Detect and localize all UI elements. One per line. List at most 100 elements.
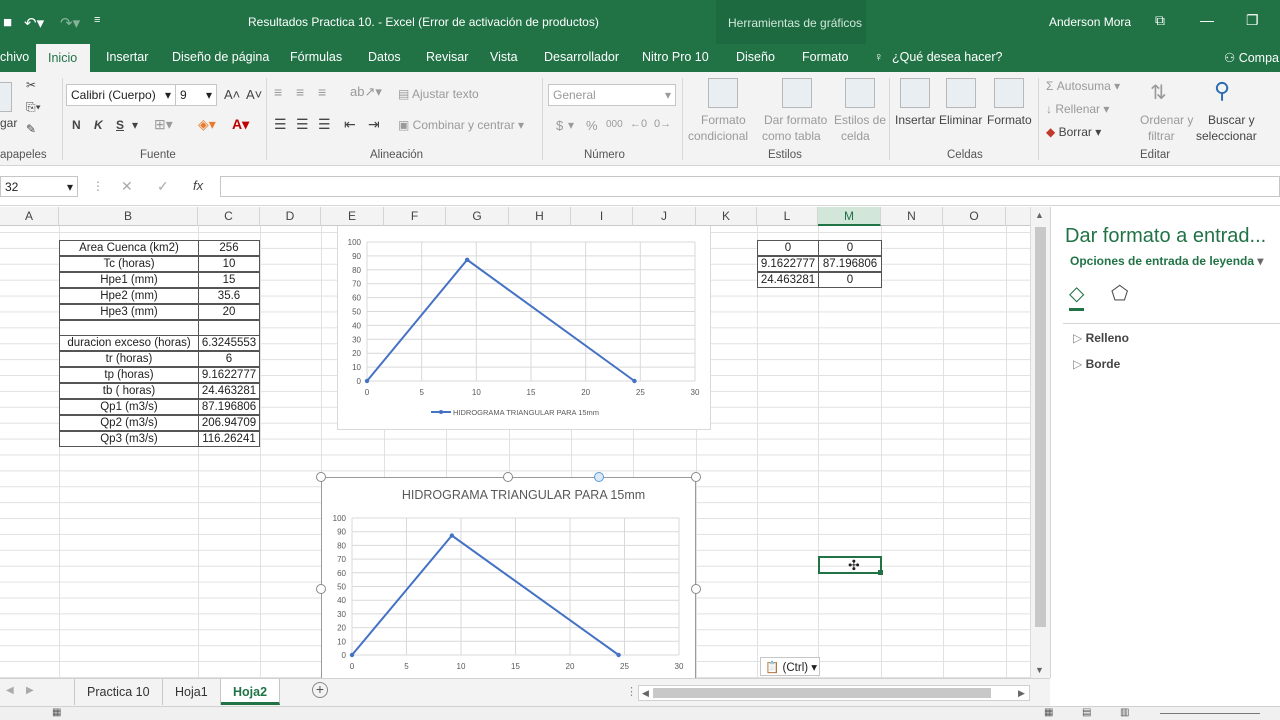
align-right-icon[interactable]: ☰ bbox=[318, 116, 331, 133]
fill-line-icon[interactable]: ◇ bbox=[1069, 281, 1085, 311]
table-label-cell[interactable]: Hpe2 (mm) bbox=[59, 287, 199, 304]
fill-button[interactable]: ↓ Rellenar ▾ bbox=[1046, 102, 1109, 116]
fill-section[interactable]: ▷ Relleno bbox=[1073, 331, 1129, 345]
ribbon-display-icon[interactable]: ⧉ bbox=[1155, 12, 1165, 29]
table-label-cell[interactable]: duracion exceso (horas) bbox=[59, 335, 199, 352]
align-center-icon[interactable]: ☰ bbox=[296, 116, 309, 133]
paste-options-button[interactable]: 📋 (Ctrl) ▾ bbox=[760, 657, 820, 676]
conditional-format-icon[interactable] bbox=[708, 78, 738, 108]
clear-button[interactable]: ◆ Borrar ▾ bbox=[1046, 125, 1101, 139]
resize-handle-tr[interactable] bbox=[691, 472, 701, 482]
l-column-cell[interactable]: 0 bbox=[757, 240, 819, 256]
find-select-label[interactable]: Buscar y bbox=[1208, 113, 1255, 127]
tab-insertar[interactable]: Insertar bbox=[106, 50, 148, 64]
column-header-k[interactable]: K bbox=[696, 207, 757, 226]
sort-filter-label[interactable]: Ordenar y bbox=[1140, 113, 1193, 127]
chart-2[interactable]: HIDROGRAMA TRIANGULAR PARA 15mm 0 10 20 30 40… bbox=[321, 477, 696, 678]
table-value-cell[interactable]: 256 bbox=[198, 240, 260, 256]
decrease-decimal-icon[interactable]: 0→ bbox=[654, 118, 671, 130]
table-label-cell[interactable]: Hpe1 (mm) bbox=[59, 271, 199, 288]
column-header-b[interactable]: B bbox=[59, 207, 198, 226]
tab-diseno-pagina[interactable]: Diseño de página bbox=[172, 50, 269, 64]
column-header-i[interactable]: I bbox=[571, 207, 633, 226]
tab-revisar[interactable]: Revisar bbox=[426, 50, 468, 64]
table-value-cell[interactable]: 35.6 bbox=[198, 287, 260, 304]
sheet-tab-hoja2[interactable]: Hoja2 bbox=[221, 679, 281, 705]
formula-input[interactable] bbox=[220, 176, 1280, 197]
horizontal-scrollbar[interactable]: ◀ ▶ bbox=[638, 685, 1030, 701]
table-label-cell[interactable]: Qp3 (m3/s) bbox=[59, 430, 199, 447]
resize-handle-right[interactable] bbox=[691, 584, 701, 594]
l-column-cell[interactable]: 9.1622777 bbox=[757, 255, 819, 272]
align-middle-icon[interactable]: ≡ bbox=[296, 84, 304, 100]
increase-decimal-icon[interactable]: ←0 bbox=[630, 118, 647, 130]
restore-icon[interactable]: ❐ bbox=[1246, 12, 1259, 29]
paste-label[interactable]: gar bbox=[0, 116, 17, 130]
scroll-left-icon[interactable]: ◀ bbox=[642, 688, 649, 699]
shrink-font-icon[interactable]: A˅ bbox=[246, 87, 262, 102]
table-label-cell[interactable] bbox=[59, 319, 199, 336]
sheet-tab-practica10[interactable]: Practica 10 bbox=[74, 679, 163, 705]
resize-handle-tl[interactable] bbox=[316, 472, 326, 482]
table-value-cell[interactable] bbox=[198, 319, 260, 336]
zoom-slider[interactable] bbox=[1160, 713, 1260, 714]
table-value-cell[interactable]: 10 bbox=[198, 255, 260, 272]
insert-cells-icon[interactable] bbox=[900, 78, 930, 108]
column-header-l[interactable]: L bbox=[757, 207, 818, 226]
table-label-cell[interactable]: Tc (horas) bbox=[59, 255, 199, 272]
conditional-format-label-2[interactable]: condicional bbox=[688, 129, 748, 143]
resize-handle-top[interactable] bbox=[503, 472, 513, 482]
tell-me-box[interactable]: ¿Qué desea hacer? bbox=[892, 50, 1003, 64]
column-header-a[interactable]: A bbox=[0, 207, 59, 226]
underline-button[interactable]: S bbox=[116, 118, 124, 132]
find-select-icon[interactable]: ⚲ bbox=[1214, 78, 1230, 104]
table-value-cell[interactable]: 87.196806 bbox=[198, 399, 260, 415]
table-label-cell[interactable]: Qp2 (m3/s) bbox=[59, 414, 199, 431]
undo-icon[interactable]: ↶▾ bbox=[24, 14, 44, 32]
grow-font-icon[interactable]: A˄ bbox=[224, 87, 240, 102]
cell-styles-label[interactable]: Estilos de bbox=[834, 113, 886, 127]
decrease-indent-icon[interactable]: ⇤ bbox=[344, 116, 356, 133]
sort-filter-icon[interactable]: ⇅ bbox=[1150, 80, 1167, 105]
cell-styles-label-2[interactable]: celda bbox=[841, 129, 870, 143]
worksheet-grid[interactable]: Area Cuenca (km2) 256 Tc (horas) 10 Hpe1 (mm… bbox=[0, 226, 1030, 678]
table-label-cell[interactable]: tr (horas) bbox=[59, 351, 199, 368]
vertical-scrollbar[interactable]: ▲ ▼ bbox=[1030, 207, 1050, 678]
legend-options-dropdown[interactable]: Opciones de entrada de leyenda ▾ bbox=[1070, 254, 1263, 268]
table-value-cell[interactable]: 206.94709 bbox=[198, 414, 260, 431]
table-label-cell[interactable]: Qp1 (m3/s) bbox=[59, 399, 199, 415]
customize-toolbar-icon[interactable]: ≡ bbox=[94, 14, 100, 26]
scroll-right-icon[interactable]: ▶ bbox=[1018, 688, 1025, 699]
increase-indent-icon[interactable]: ⇥ bbox=[368, 116, 380, 133]
table-label-cell[interactable]: tb ( horas) bbox=[59, 383, 199, 400]
share-button[interactable]: ⚇ Compa bbox=[1224, 50, 1279, 65]
paste-icon[interactable] bbox=[0, 82, 12, 112]
cut-icon[interactable]: ✂ bbox=[26, 78, 36, 92]
merge-center-button[interactable]: ▣ Combinar y centrar ▾ bbox=[398, 118, 524, 132]
autosum-button[interactable]: Σ Autosuma ▾ bbox=[1046, 79, 1120, 93]
column-header-h[interactable]: H bbox=[509, 207, 571, 226]
delete-cells-button[interactable]: Eliminar bbox=[939, 113, 982, 127]
cancel-icon[interactable]: ✕ bbox=[121, 178, 133, 195]
fill-color-icon[interactable]: ◈▾ bbox=[198, 116, 216, 133]
m-column-cell[interactable]: 0 bbox=[818, 240, 882, 256]
font-name-select[interactable]: Calibri (Cuerpo) ▾ bbox=[66, 84, 176, 106]
table-value-cell[interactable]: 15 bbox=[198, 271, 260, 288]
tab-datos[interactable]: Datos bbox=[368, 50, 401, 64]
user-name[interactable]: Anderson Mora bbox=[1049, 15, 1131, 29]
italic-button[interactable]: K bbox=[94, 118, 103, 132]
column-header-e[interactable]: E bbox=[321, 207, 384, 226]
column-header-n[interactable]: N bbox=[881, 207, 943, 226]
font-color-icon[interactable]: A▾ bbox=[232, 116, 249, 133]
table-value-cell[interactable]: 6.3245553 bbox=[198, 335, 260, 352]
font-size-select[interactable]: 9 ▾ bbox=[175, 84, 217, 106]
column-header-o[interactable]: O bbox=[943, 207, 1006, 226]
scroll-down-icon[interactable]: ▼ bbox=[1035, 665, 1044, 675]
enter-icon[interactable]: ✓ bbox=[157, 178, 169, 195]
insert-cells-button[interactable]: Insertar bbox=[895, 113, 936, 127]
copy-icon[interactable]: ⎘▾ bbox=[26, 100, 41, 115]
align-left-icon[interactable]: ☰ bbox=[274, 116, 287, 133]
format-cells-icon[interactable] bbox=[994, 78, 1024, 108]
scroll-up-icon[interactable]: ▲ bbox=[1035, 210, 1044, 220]
column-header-j[interactable]: J bbox=[633, 207, 696, 226]
